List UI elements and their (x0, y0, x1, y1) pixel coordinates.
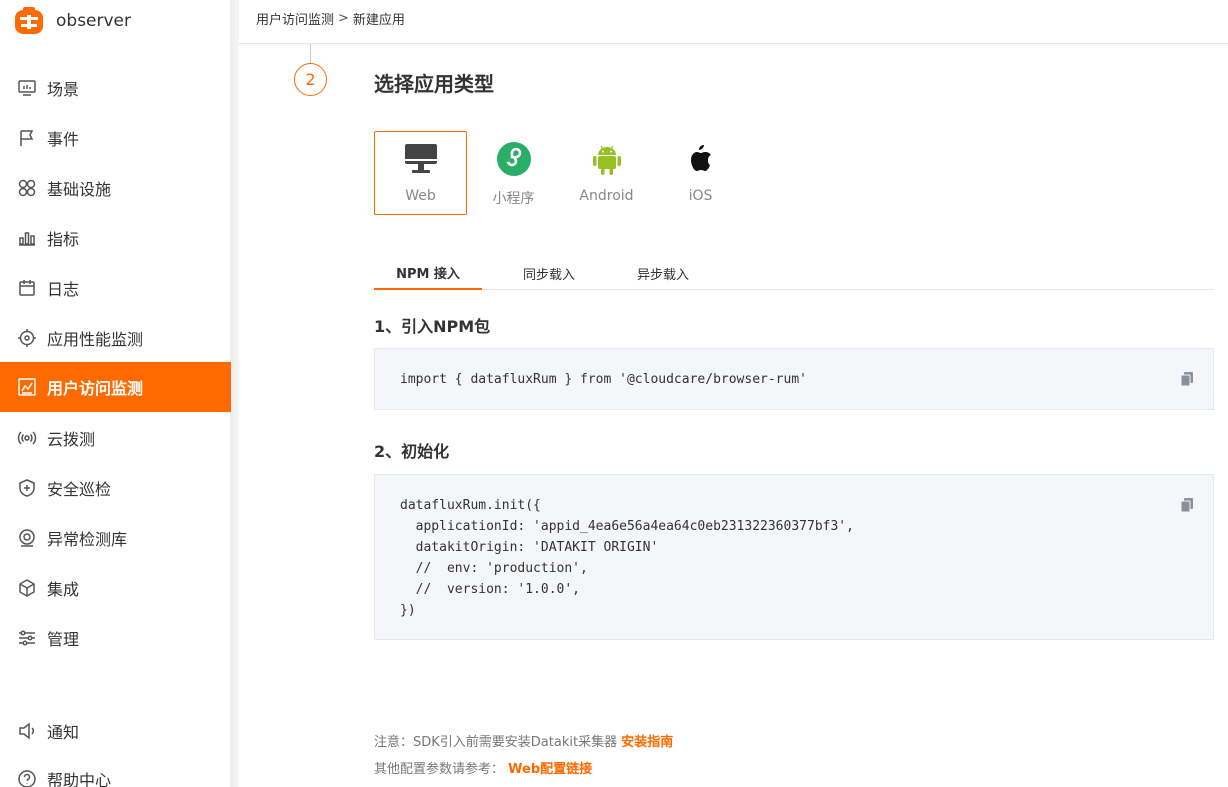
calendar-icon (16, 277, 38, 299)
install-note: 注意：SDK引入前需要安装Datakit采集器 安装指南 (374, 731, 673, 750)
config-note: 其他配置参数请参考： Web配置链接 (374, 758, 592, 777)
sidebar-item-label: 帮助中心 (47, 771, 112, 787)
code-text[interactable]: import { datafluxRum } from '@cloudcare/… (400, 369, 807, 390)
sidebar-item-label: 用户访问监测 (47, 379, 144, 398)
target-icon (16, 327, 38, 349)
app-type-miniprogram[interactable]: 小程序 (467, 131, 560, 215)
cube-icon (16, 577, 38, 599)
sidebar-item-label: 事件 (47, 130, 80, 149)
note-text: 注意：SDK引入前需要安装Datakit采集器 (374, 735, 618, 750)
alert-icon (16, 527, 38, 549)
sidebar-item-integrations[interactable]: 集成 (0, 563, 231, 613)
sidebar: observer 场景 事件 基础设施 指标 日志 应用性能监测 用户访问监测 … (0, 0, 231, 787)
sidebar-item-logs[interactable]: 日志 (0, 263, 231, 313)
sidebar-item-notifications[interactable]: 通知 (0, 706, 231, 756)
sidebar-item-label: 管理 (47, 630, 80, 649)
sidebar-item-events[interactable]: 事件 (0, 113, 231, 163)
tab-sync[interactable]: 同步载入 (502, 256, 596, 290)
sidebar-item-synthetics[interactable]: 云拨测 (0, 413, 231, 463)
line-chart-icon (16, 376, 38, 398)
broadcast-icon (16, 427, 38, 449)
sidebar-item-management[interactable]: 管理 (0, 613, 231, 663)
shield-icon (16, 477, 38, 499)
section-title: 2、初始化 (374, 442, 450, 461)
breadcrumb-separator: > (338, 11, 349, 26)
app-type-label: iOS (688, 188, 713, 204)
observer-logo-icon (15, 7, 43, 34)
help-icon (16, 768, 38, 787)
brand-name: observer (56, 11, 132, 31)
breadcrumb-current: 新建应用 (352, 13, 405, 28)
copy-icon[interactable] (1179, 371, 1195, 387)
note-text: 其他配置参数请参考： (374, 762, 505, 777)
tab-async[interactable]: 异步载入 (616, 256, 710, 290)
speaker-icon (16, 720, 38, 742)
sidebar-item-label: 集成 (47, 580, 80, 599)
install-guide-link[interactable]: 安装指南 (621, 735, 673, 750)
web-config-link[interactable]: Web配置链接 (508, 762, 592, 777)
miniprogram-icon (496, 141, 532, 177)
sidebar-item-label: 基础设施 (47, 180, 112, 199)
section-title: 1、引入NPM包 (374, 317, 491, 336)
sidebar-item-help[interactable]: 帮助中心 (0, 754, 231, 787)
copy-icon[interactable] (1179, 497, 1195, 513)
step-number: 2 (294, 63, 327, 96)
sidebar-item-anomaly[interactable]: 异常检测库 (0, 513, 231, 563)
app-type-label: 小程序 (492, 191, 535, 207)
code-block: import { datafluxRum } from '@cloudcare/… (374, 348, 1214, 410)
code-text[interactable]: datafluxRum.init({ applicationId: 'appid… (400, 495, 854, 621)
flag-icon (16, 127, 38, 149)
sidebar-item-label: 应用性能监测 (47, 330, 144, 349)
top-bar: 用户访问监测 > 新建应用 (239, 0, 1228, 44)
sidebar-item-label: 日志 (47, 280, 80, 299)
app-type-android[interactable]: Android (560, 131, 653, 215)
android-icon (589, 141, 625, 177)
app-type-label: Web (405, 188, 436, 204)
sidebar-divider (231, 0, 239, 787)
sidebar-item-label: 异常检测库 (47, 530, 128, 549)
step-title: 选择应用类型 (374, 72, 494, 96)
sidebar-item-label: 通知 (47, 723, 80, 742)
sidebar-item-label: 安全巡检 (47, 480, 112, 499)
sidebar-item-infrastructure[interactable]: 基础设施 (0, 163, 231, 213)
sidebar-item-scenes[interactable]: 场景 (0, 63, 231, 113)
sidebar-item-apm[interactable]: 应用性能监测 (0, 313, 231, 363)
code-block: datafluxRum.init({ applicationId: 'appid… (374, 474, 1214, 640)
sidebar-item-rum[interactable]: 用户访问监测 (0, 362, 231, 412)
infrastructure-icon (16, 177, 38, 199)
tab-npm[interactable]: NPM 接入 (374, 256, 482, 290)
sidebar-item-security[interactable]: 安全巡检 (0, 463, 231, 513)
step-connector (310, 44, 311, 64)
sidebar-item-metrics[interactable]: 指标 (0, 213, 231, 263)
integration-tabs: NPM 接入 同步载入 异步载入 (374, 256, 1214, 290)
sidebar-item-label: 场景 (47, 80, 80, 99)
monitor-icon (16, 77, 38, 99)
app-type-web[interactable]: Web (374, 131, 467, 215)
app-type-label: Android (579, 188, 634, 204)
app-type-ios[interactable]: iOS (654, 131, 747, 215)
sliders-icon (16, 627, 38, 649)
sidebar-item-label: 云拨测 (47, 430, 96, 449)
sidebar-item-label: 指标 (47, 230, 80, 249)
bar-chart-icon (16, 227, 38, 249)
breadcrumb-parent[interactable]: 用户访问监测 (256, 9, 334, 28)
breadcrumb: 用户访问监测 > 新建应用 (256, 9, 405, 28)
apple-icon (683, 141, 719, 177)
desktop-icon (403, 141, 439, 177)
brand[interactable]: observer (14, 6, 131, 36)
